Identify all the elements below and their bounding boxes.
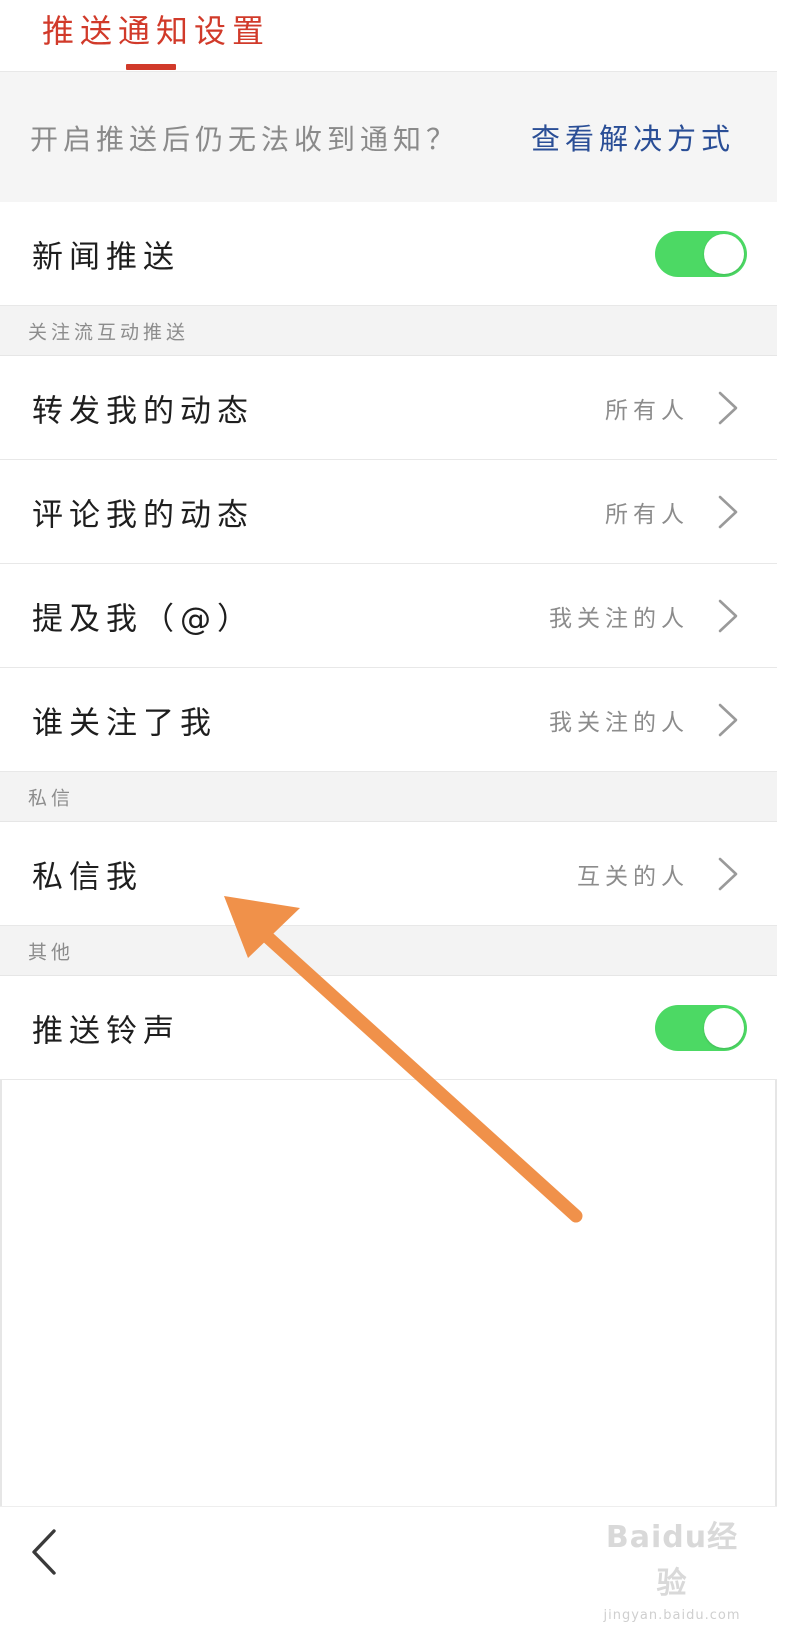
chevron-right-icon: [718, 857, 738, 890]
tab-push-notification-settings[interactable]: 推送通知设置: [42, 6, 270, 52]
comment-value: 所有人: [605, 501, 689, 528]
dm-value: 互关的人: [577, 863, 689, 890]
toggle-knob: [704, 233, 744, 274]
comment-row[interactable]: 评论我的动态 所有人: [0, 460, 777, 564]
section-label: 其他: [28, 941, 75, 963]
notice-text: 开启推送后仍无法收到通知？: [30, 123, 460, 156]
section-header-follow: 关注流互动推送: [0, 306, 777, 356]
ringtone-row: 推送铃声: [0, 976, 777, 1080]
chevron-right-icon: [718, 495, 738, 528]
repost-row[interactable]: 转发我的动态 所有人: [0, 356, 777, 460]
chevron-right-icon: [718, 703, 738, 736]
dm-row[interactable]: 私信我 互关的人: [0, 822, 777, 926]
ringtone-toggle[interactable]: [655, 1004, 747, 1051]
bottom-bar: Baidu经验 jingyan.baidu.com: [0, 1506, 777, 1623]
follower-row[interactable]: 谁关注了我 我关注的人: [0, 668, 777, 772]
toggle-knob: [704, 1007, 744, 1048]
comment-label: 评论我的动态: [32, 497, 254, 533]
section-header-other: 其他: [0, 926, 777, 976]
chevron-left-icon[interactable]: [26, 1525, 62, 1579]
mention-value: 我关注的人: [549, 605, 689, 632]
section-label: 私信: [28, 787, 75, 809]
news-push-label: 新闻推送: [32, 239, 180, 275]
follower-label: 谁关注了我: [32, 705, 217, 741]
ringtone-label: 推送铃声: [32, 1013, 180, 1049]
chevron-right-icon: [718, 391, 738, 424]
view-solution-link[interactable]: 查看解决方式: [531, 116, 735, 158]
baidu-watermark: Baidu经验 jingyan.baidu.com: [597, 1515, 747, 1623]
watermark-logo: Baidu经验: [605, 1520, 739, 1601]
chevron-right-icon: [718, 599, 738, 632]
news-push-toggle[interactable]: [655, 230, 747, 277]
dm-label: 私信我: [32, 859, 143, 895]
header-bar: 推送通知设置: [0, 0, 777, 72]
active-tab-indicator: [126, 64, 176, 70]
notice-banner: 开启推送后仍无法收到通知？ 查看解决方式: [0, 72, 777, 203]
section-label: 关注流互动推送: [28, 321, 190, 343]
mention-label: 提及我（@）: [32, 601, 254, 637]
news-push-row: 新闻推送: [0, 202, 777, 306]
section-header-dm: 私信: [0, 772, 777, 822]
watermark-url: jingyan.baidu.com: [603, 1608, 741, 1623]
mention-row[interactable]: 提及我（@） 我关注的人: [0, 564, 777, 668]
repost-label: 转发我的动态: [32, 393, 254, 429]
repost-value: 所有人: [605, 397, 689, 424]
follower-value: 我关注的人: [549, 709, 689, 736]
